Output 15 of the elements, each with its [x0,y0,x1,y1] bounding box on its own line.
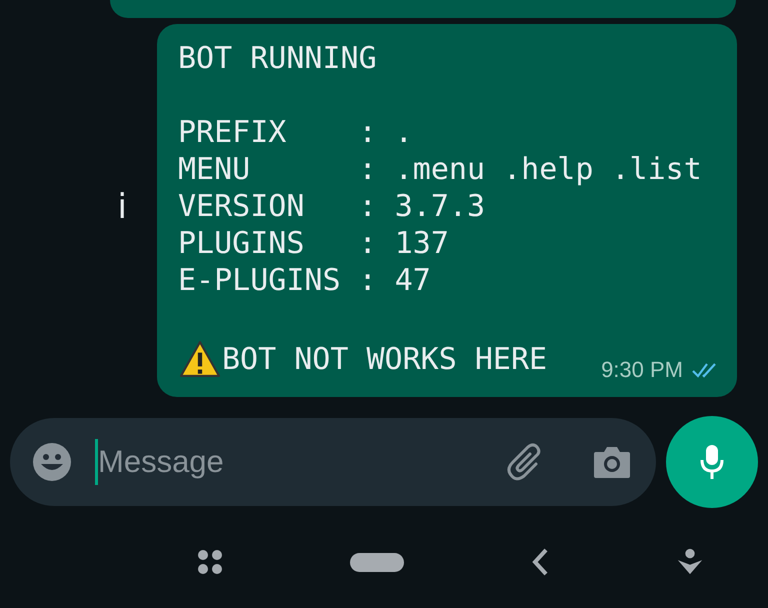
warning-text: BOT NOT WORKS HERE [222,340,548,378]
warning-icon [178,340,222,378]
keyboard-hide-icon[interactable] [676,548,704,576]
home-button[interactable] [350,552,404,572]
smiley-icon[interactable] [32,442,72,482]
message-title: BOT RUNNING [178,40,378,77]
message-field[interactable]: Message [98,444,506,480]
message-text: PREFIX : . MENU : .menu .help .list VERSION : 3.7.3 PLUGINS : 137 E-PLUGINS : 47 [178,114,703,299]
recent-apps-icon[interactable] [196,548,224,576]
microphone-icon [700,444,724,480]
camera-icon[interactable] [592,444,632,480]
message-time: 9:30 PM [601,357,683,383]
back-icon[interactable] [530,547,550,577]
info-mark: i [116,186,128,226]
message-input-bar[interactable]: Message [10,418,656,506]
